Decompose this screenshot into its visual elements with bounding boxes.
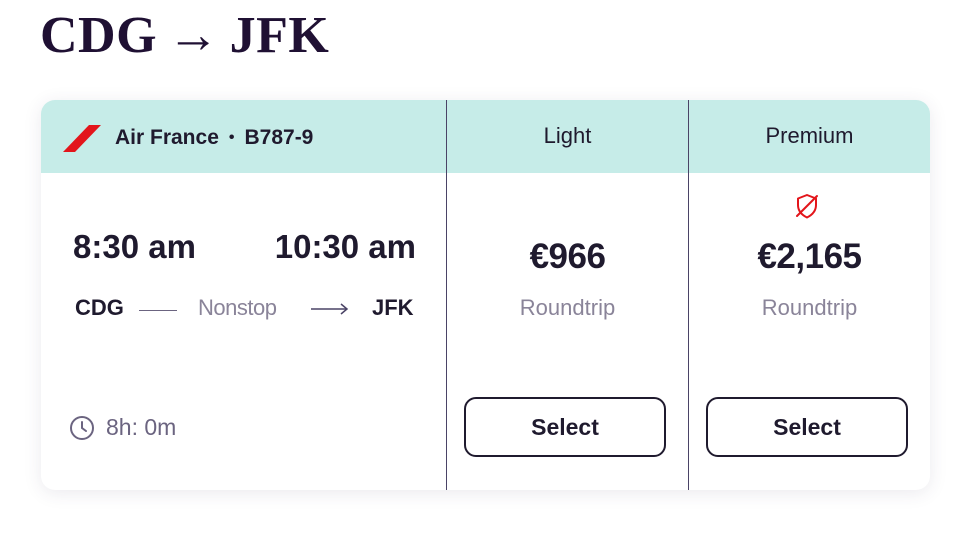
route-title: CDG → JFK — [40, 6, 329, 65]
destination-airport: JFK — [372, 295, 414, 320]
price-light: €966 — [529, 237, 606, 276]
origin-airport: CDG — [75, 295, 124, 320]
stops-label: Nonstop — [198, 295, 277, 320]
fare-header-premium: Premium — [765, 123, 854, 148]
select-premium-button[interactable]: Select — [706, 397, 908, 457]
flight-duration: 8h: 0m — [69, 414, 176, 441]
clock-icon — [70, 415, 94, 440]
price-premium: €2,165 — [757, 237, 862, 276]
select-light-button[interactable]: Select — [464, 397, 666, 457]
aircraft-type: B787-9 — [244, 126, 314, 149]
trip-type-light: Roundtrip — [519, 295, 616, 320]
shield-off-icon — [796, 194, 818, 219]
route-destination: JFK — [229, 7, 330, 64]
arrow-right-icon — [311, 303, 349, 315]
route-origin: CDG — [40, 7, 158, 64]
route-dash — [139, 310, 177, 311]
flight-card: Air France • B787-9 Light Premium 8:30 a… — [41, 100, 930, 490]
arrival-time: 10:30 am — [274, 228, 416, 265]
airline-name: Air France — [115, 126, 219, 149]
fare-header-light: Light — [543, 123, 592, 148]
duration-text: 8h: 0m — [106, 414, 177, 440]
airline-info: Air France • B787-9 — [61, 122, 313, 154]
trip-type-premium: Roundtrip — [761, 295, 858, 320]
departure-time: 8:30 am — [73, 228, 196, 265]
air-france-logo-icon — [63, 125, 101, 152]
route-arrow: → — [167, 7, 220, 64]
separator-dot: • — [228, 129, 235, 146]
